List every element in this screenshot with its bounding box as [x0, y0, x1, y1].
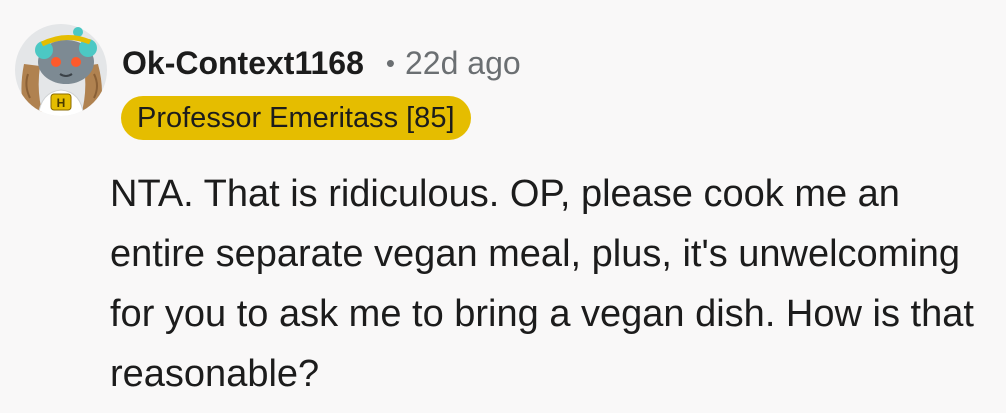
username-link[interactable]: Ok-Context1168 [122, 45, 364, 82]
comment-timestamp[interactable]: 22d ago [405, 45, 521, 82]
meta-separator: • [385, 47, 395, 78]
comment-body: NTA. That is ridiculous. OP, please cook… [110, 173, 974, 395]
comment-header: Ok-Context1168 • 22d ago [122, 40, 521, 86]
snoo-avatar-icon: H [15, 24, 107, 116]
comment: H Ok-Context1168 • 22d ago Professor Eme… [0, 0, 1006, 413]
user-flair-badge: Professor Emeritass [85] [121, 96, 471, 140]
user-flair-text: Professor Emeritass [85] [137, 101, 455, 134]
svg-text:H: H [57, 96, 66, 110]
user-avatar[interactable]: H [14, 14, 112, 122]
